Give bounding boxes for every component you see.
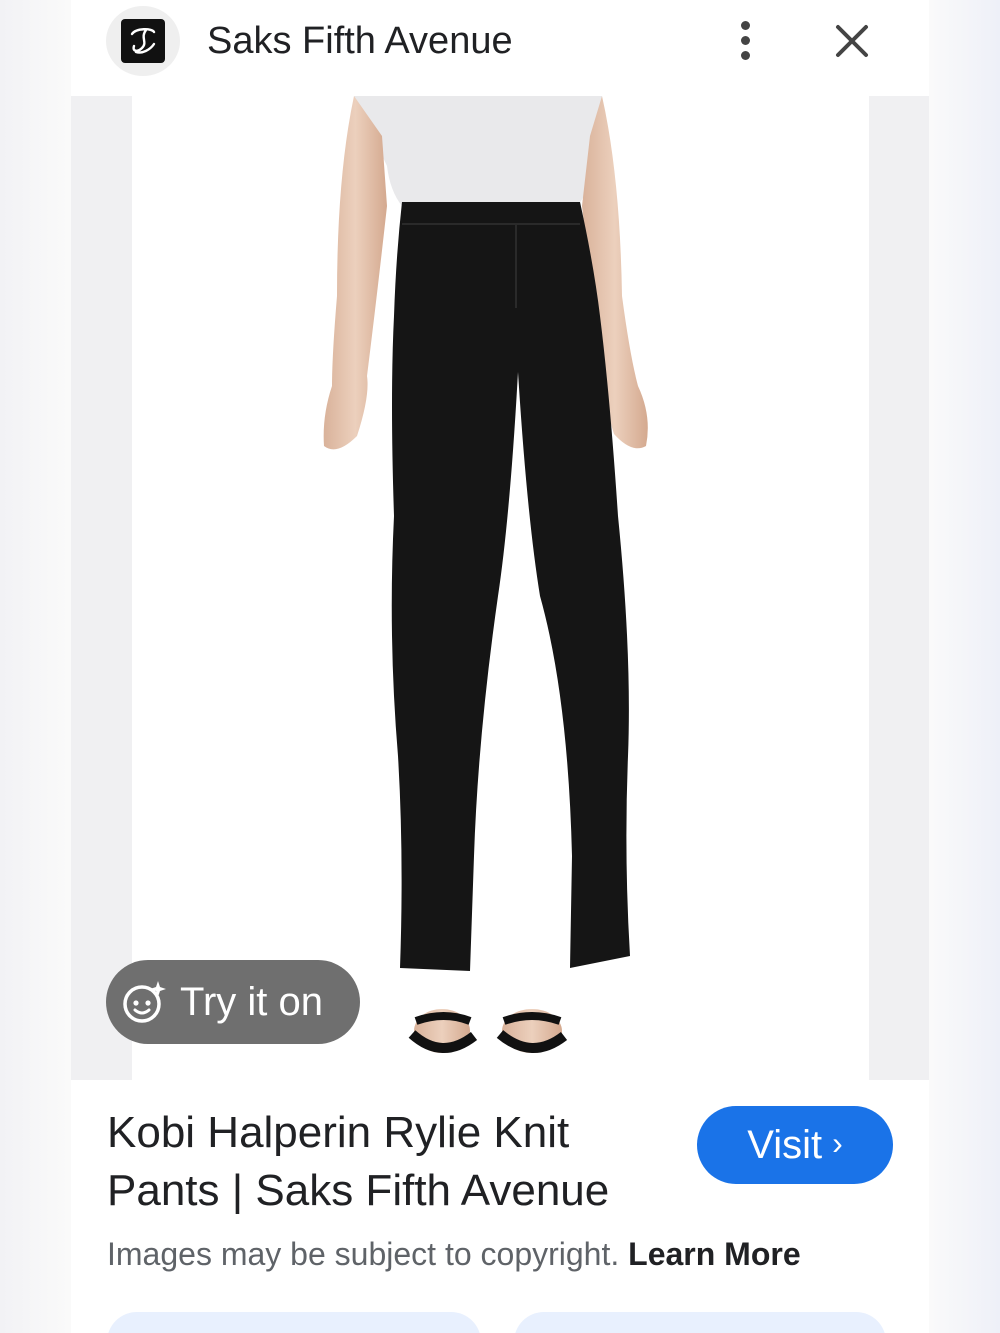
- action-chip-right[interactable]: [514, 1312, 886, 1333]
- visit-button[interactable]: Visit ›: [697, 1106, 893, 1184]
- product-image-area: Try it on: [71, 96, 929, 1080]
- visit-label: Visit: [747, 1122, 823, 1167]
- product-image[interactable]: [132, 96, 869, 1080]
- site-title[interactable]: Saks Fifth Avenue: [207, 18, 513, 64]
- more-vert-icon[interactable]: [727, 16, 763, 64]
- image-viewer-card: Saks Fifth Avenue Try it on Kobi Halperi…: [71, 0, 929, 1333]
- saks-logo-icon[interactable]: [106, 6, 180, 76]
- try-it-on-label: Try it on: [180, 980, 323, 1024]
- result-title-line2: Pants | Saks Fifth Avenue: [107, 1166, 610, 1215]
- copyright-text: Images may be subject to copyright.: [107, 1236, 620, 1272]
- result-title-line1: Kobi Halperin Rylie Knit: [107, 1108, 570, 1157]
- action-chip-left[interactable]: [107, 1312, 481, 1333]
- copyright-notice: Images may be subject to copyright. Lear…: [107, 1232, 801, 1276]
- learn-more-link[interactable]: Learn More: [628, 1236, 800, 1272]
- try-it-on-button[interactable]: Try it on: [106, 960, 360, 1044]
- viewer-header: Saks Fifth Avenue: [71, 0, 929, 96]
- result-title[interactable]: Kobi Halperin Rylie Knit Pants | Saks Fi…: [107, 1104, 667, 1220]
- chevron-right-icon: ›: [832, 1124, 843, 1161]
- close-icon[interactable]: [829, 18, 875, 64]
- sparkle-face-icon: [120, 978, 168, 1026]
- page: Saks Fifth Avenue Try it on Kobi Halperi…: [0, 0, 1000, 1333]
